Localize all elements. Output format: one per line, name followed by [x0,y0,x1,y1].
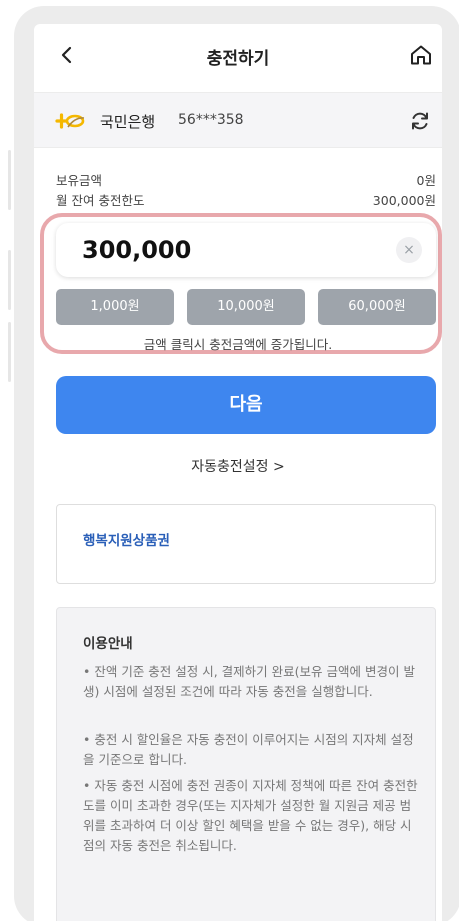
clear-icon[interactable]: × [396,237,422,263]
bank-account-number: 56***358 [178,112,244,128]
voucher-label: 행복지원상품권 [83,533,170,549]
usage-guide: 이용안내 • 잔액 기준 충전 설정 시, 결제하기 완료(보유 금액에 변경이… [56,607,436,921]
held-amount-row: 보유금액 0원 [56,170,436,188]
side-marker [8,250,11,310]
home-button[interactable] [406,40,436,70]
held-amount-label: 보유금액 [56,173,103,188]
charge-limit-row: 월 잔여 충전한도 300,000원 [56,190,436,208]
guide-title: 이용안내 [83,636,133,652]
amount-hint: 금액 클릭시 충전금액에 증가됩니다. [143,337,333,352]
header: 충전하기 [34,24,442,88]
amount-value: 300,000 [82,236,192,264]
charge-limit-value: 300,000원 [372,193,436,208]
side-marker [8,322,11,382]
refresh-icon [412,112,428,130]
page-title: 충전하기 [206,49,270,69]
charge-limit-label: 월 잔여 충전한도 [56,193,145,208]
app-screen: 충전하기 국민은행 56***358 보유금액 0원 월 잔여 충전한도 300… [34,24,442,921]
auto-charge-settings-link[interactable]: 자동충전설정 > [34,456,442,476]
bank-name: 국민은행 [100,113,156,131]
refresh-button[interactable] [406,107,434,135]
amount-chip-1000[interactable]: 1,000원 [56,289,174,325]
guide-paragraph: • 자동 충전 시점에 충전 권종이 지자체 정책에 따른 잔여 충전한도를 이… [83,778,418,853]
side-marker [8,150,11,210]
amount-input[interactable]: 300,000 × [56,223,436,277]
voucher-card[interactable]: 행복지원상품권 [56,504,436,584]
guide-paragraph: • 충전 시 할인율은 자동 충전이 이루어지는 시점의 지자체 설정을 기준으… [83,732,414,767]
guide-paragraph: • 잔액 기준 충전 설정 시, 결제하기 완료(보유 금액에 변경이 발생) … [83,664,415,699]
amount-chip-60000[interactable]: 60,000원 [318,289,436,325]
bank-account-bar: 국민은행 56***358 [34,92,442,148]
held-amount-value: 0원 [416,173,436,188]
kb-logo-icon [55,113,85,129]
home-icon [411,45,431,65]
next-button[interactable]: 다음 [56,376,436,434]
amount-chip-10000[interactable]: 10,000원 [187,289,305,325]
